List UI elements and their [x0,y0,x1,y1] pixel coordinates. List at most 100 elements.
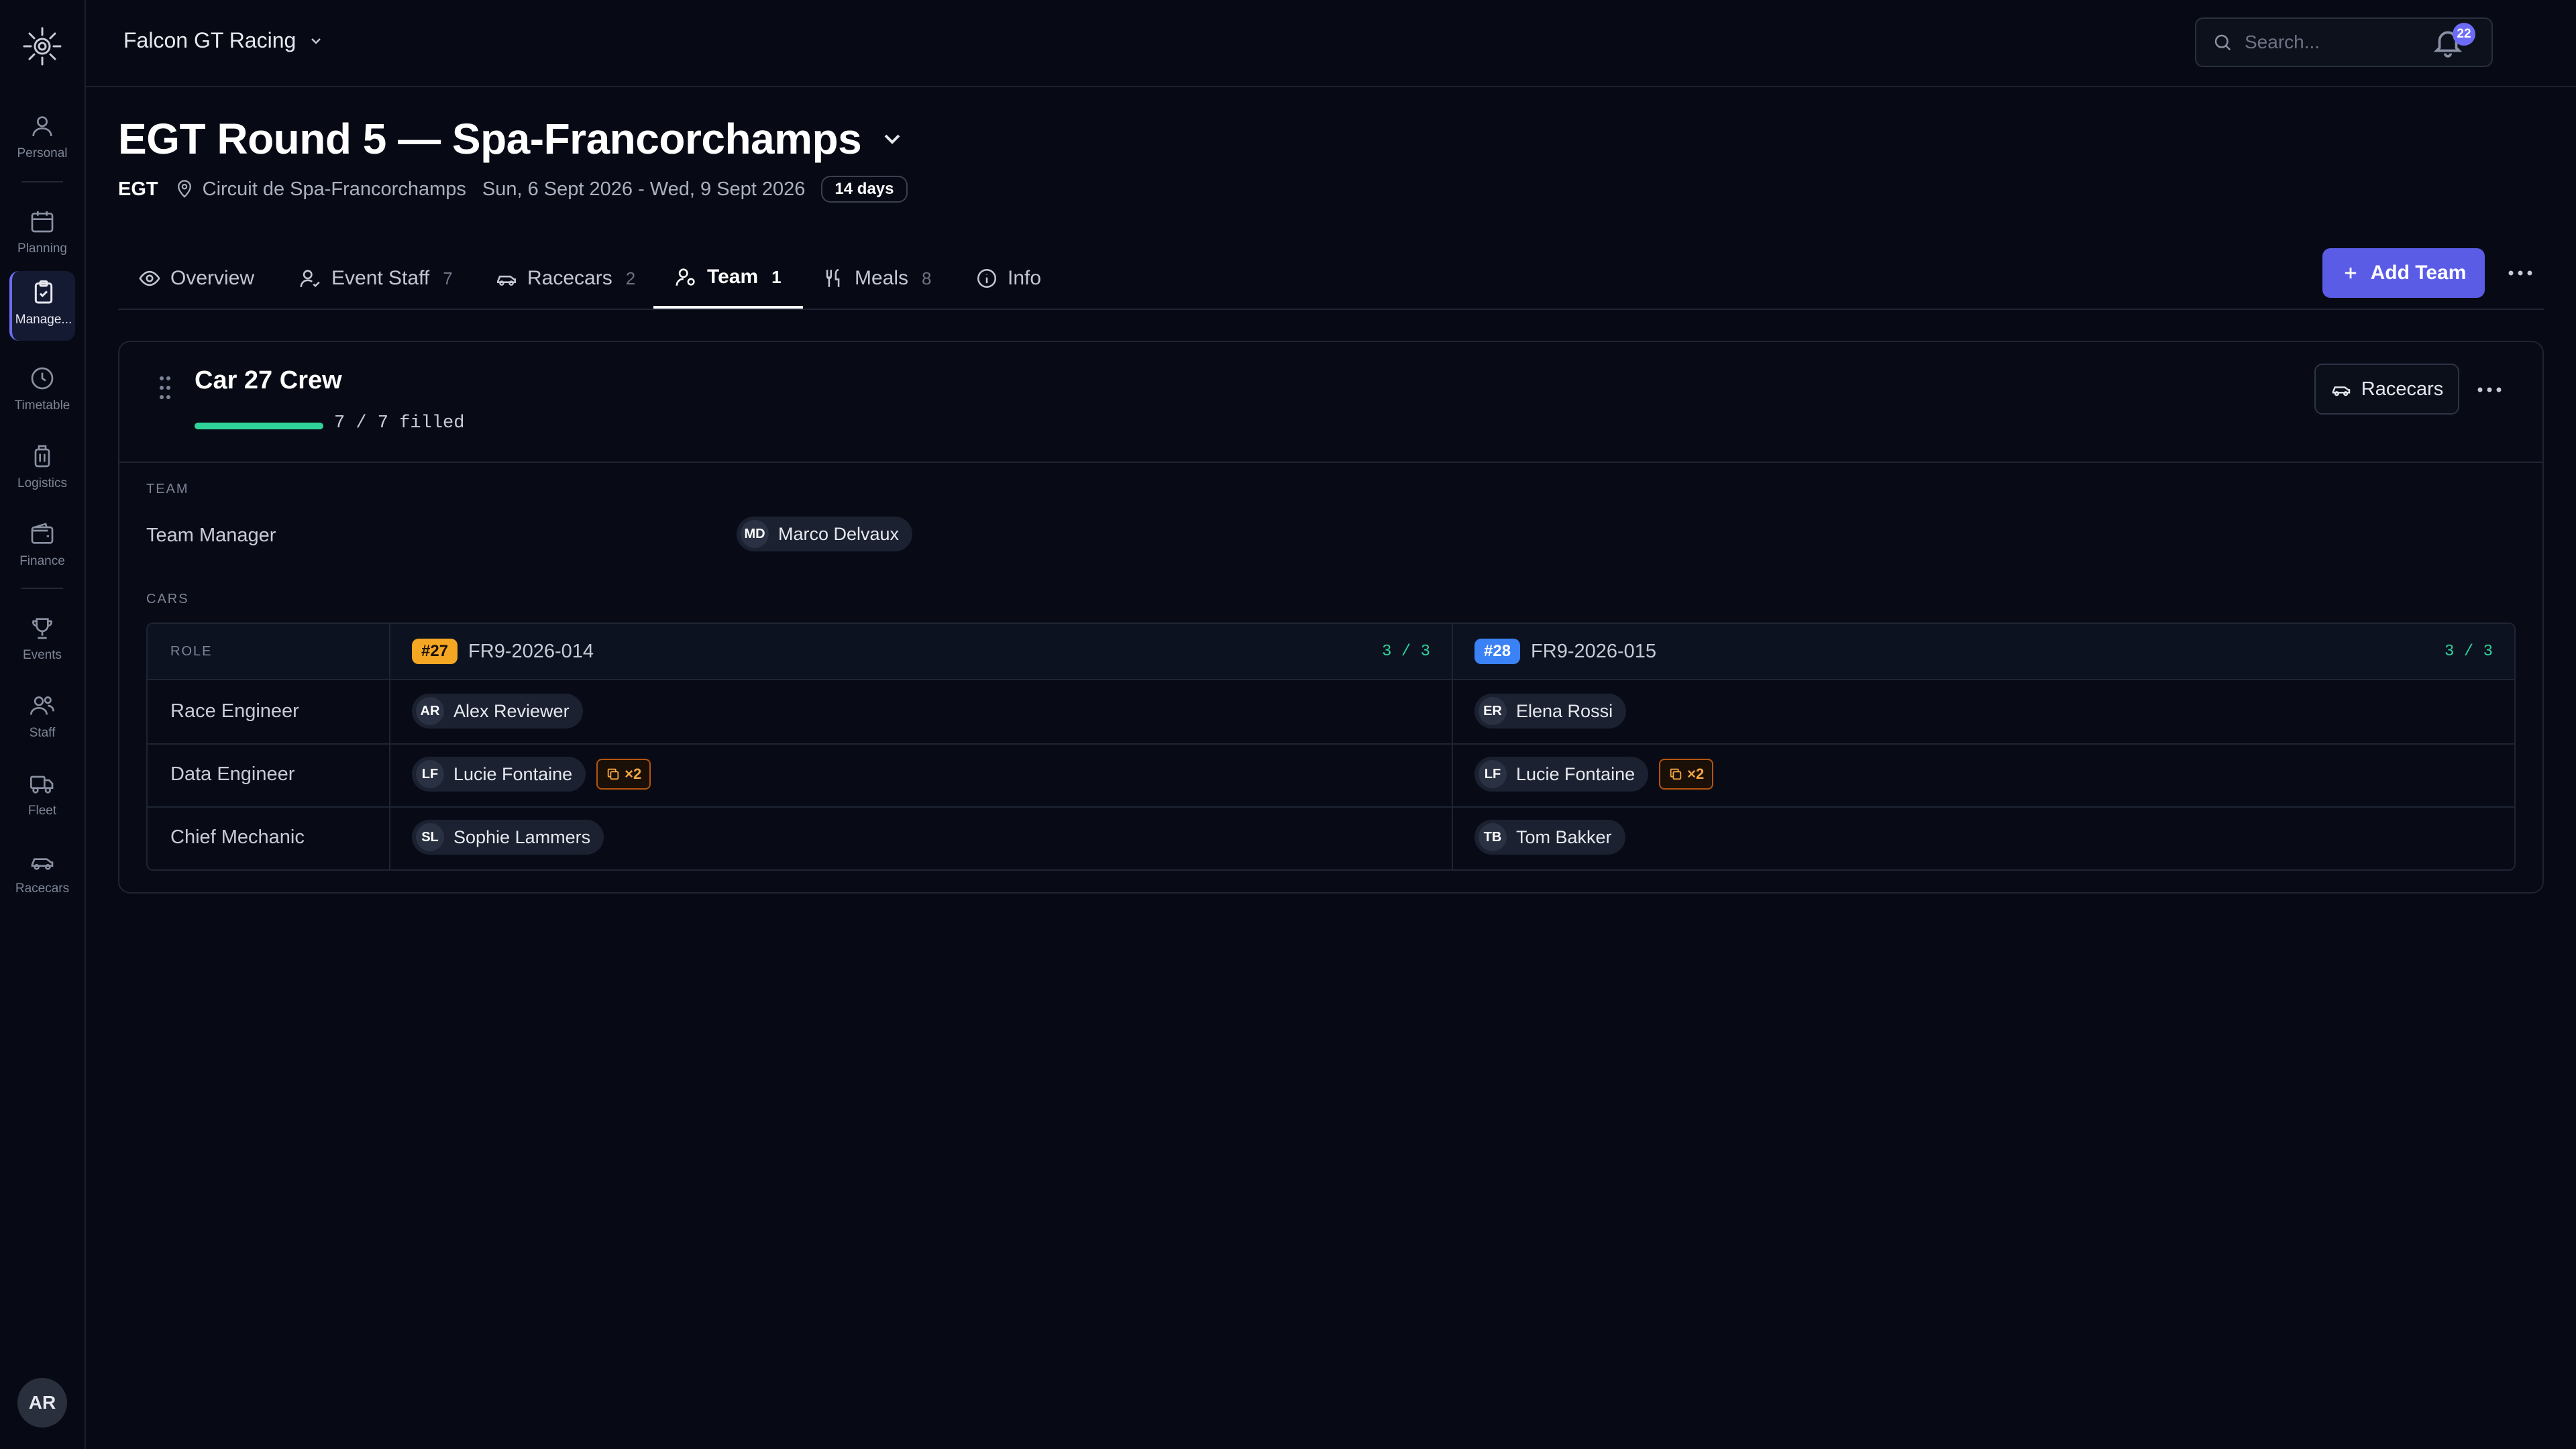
person-chip[interactable]: LF Lucie Fontaine [1474,757,1649,792]
tab-count: 2 [625,268,636,288]
racecars-button[interactable]: Racecars [2314,364,2459,415]
racecars-button-label: Racecars [2361,378,2444,400]
series-label: EGT [118,178,158,200]
calendar-icon [31,211,54,233]
sidebar-divider [21,181,63,182]
car-fill-count: 3 / 3 [2445,643,2493,661]
top-bar: Falcon GT Racing [86,0,2576,87]
car-id: FR9-2026-015 [1531,640,1657,662]
tab-meals[interactable]: Meals 8 [822,248,932,309]
add-team-button[interactable]: Add Team [2322,248,2485,298]
drag-handle-icon[interactable] [157,374,173,401]
team-manager-chip[interactable]: MD Marco Delvaux [737,517,913,551]
sidebar-item-fleet[interactable]: Fleet [9,762,75,832]
avatar: MD [741,520,769,548]
sidebar: Personal Planning Manage... Timetable Lo… [0,0,86,1449]
person-chip[interactable]: LF Lucie Fontaine [412,757,586,792]
user-avatar[interactable]: AR [17,1378,67,1428]
person-icon [32,116,52,137]
tab-event-staff[interactable]: Event Staff 7 [299,248,453,309]
org-switcher[interactable]: Falcon GT Racing [123,28,324,53]
add-team-label: Add Team [2370,262,2467,284]
trophy-icon [32,618,52,639]
more-horizontal-icon[interactable] [2473,374,2506,405]
tab-team[interactable]: Team 1 [653,248,803,309]
tab-count: 1 [771,266,782,287]
eye-icon [139,270,160,286]
duplicate-count: ×2 [1687,765,1705,782]
team-manager-role: Team Manager [146,525,276,546]
sidebar-item-events[interactable]: Events [9,606,75,676]
sidebar-item-label: Events [22,648,62,662]
person-name: Lucie Fontaine [1516,763,1635,784]
sidebar-item-racecars[interactable]: Racecars [9,840,75,910]
sidebar-item-label: Timetable [14,398,70,413]
sidebar-item-planning[interactable]: Planning [9,200,75,270]
chevron-down-icon[interactable] [879,125,906,152]
sidebar-item-manage[interactable]: Manage... [9,271,75,341]
tab-bar: Overview Event Staff 7 Racecars 2 Team 1… [118,248,2544,310]
role-name: Race Engineer [170,700,299,722]
sidebar-item-logistics[interactable]: Logistics [9,435,75,504]
truck-icon [30,775,54,794]
copy-icon [607,768,619,780]
fill-progress-bar [195,423,323,429]
person-chip[interactable]: SL Sophie Lammers [412,820,604,855]
avatar: ER [1479,697,1507,725]
person-chip[interactable]: TB Tom Bakker [1474,820,1625,855]
person-chip[interactable]: ER Elena Rossi [1474,694,1627,729]
person-name: Tom Bakker [1516,826,1612,847]
car-fill-count: 3 / 3 [1382,643,1431,661]
tab-label: Event Staff [331,267,430,289]
person-name: Marco Delvaux [778,523,900,544]
sidebar-item-timetable[interactable]: Timetable [9,357,75,427]
sidebar-item-finance[interactable]: Finance [9,513,75,582]
tab-label: Racecars [527,267,612,289]
role-column-header: ROLE [170,644,213,659]
car-number-badge: #28 [1474,639,1521,664]
wallet-icon [31,523,54,544]
plus-icon [2345,267,2356,279]
avatar: SL [416,823,444,851]
cars-table-header: ROLE #27 FR9-2026-014 3 / 3 #28 FR9-2026… [148,624,2514,680]
tab-racecars[interactable]: Racecars 2 [495,248,635,309]
tab-overview[interactable]: Overview [138,248,254,309]
filled-count: 7 / 7 filled [334,413,465,433]
car-column-header: #27 FR9-2026-014 [412,624,594,679]
table-row: Data Engineer LF Lucie Fontaine ×2 LF Lu… [148,743,2514,808]
car-icon [31,858,54,870]
location: Circuit de Spa-Francorchamps [174,178,466,201]
tab-count: 8 [922,268,932,288]
duplicate-assignment-badge[interactable]: ×2 [1659,759,1714,790]
team-card: Car 27 Crew 7 / 7 filled Racecars TEAM T… [118,341,2544,894]
page-title: EGT Round 5 — Spa-Francorchamps [118,115,862,163]
sidebar-item-label: Planning [17,241,67,256]
clipboard-icon [34,280,53,304]
sidebar-item-label: Staff [29,726,56,740]
duplicate-count: ×2 [625,765,642,782]
car-id: FR9-2026-014 [468,640,594,662]
person-chip[interactable]: AR Alex Reviewer [412,694,583,729]
utensils-icon [826,268,840,287]
car-column-header: #28 FR9-2026-015 [1474,624,1656,679]
sidebar-divider [21,588,63,589]
table-row: Chief Mechanic SL Sophie Lammers TB Tom … [148,806,2514,869]
search-icon [2214,34,2231,51]
event-title-row: EGT Round 5 — Spa-Francorchamps [118,114,906,164]
sidebar-item-staff[interactable]: Staff [9,684,75,754]
tab-info[interactable]: Info [975,248,1041,309]
tab-label: Overview [170,267,255,289]
role-name: Chief Mechanic [170,826,305,848]
gear-logo-icon[interactable] [20,24,64,68]
more-horizontal-icon[interactable] [2504,258,2537,288]
sidebar-item-personal[interactable]: Personal [9,105,75,174]
person-name: Elena Rossi [1516,700,1613,721]
duplicate-assignment-badge[interactable]: ×2 [596,759,651,790]
avatar: LF [1479,760,1507,788]
role-name: Data Engineer [170,763,295,785]
map-pin-icon [177,180,191,198]
event-dates: Sun, 6 Sept 2026 - Wed, 9 Sept 2026 [482,178,806,200]
location-text: Circuit de Spa-Francorchamps [202,178,466,200]
car-icon [496,275,517,286]
user-check-icon [300,270,320,288]
